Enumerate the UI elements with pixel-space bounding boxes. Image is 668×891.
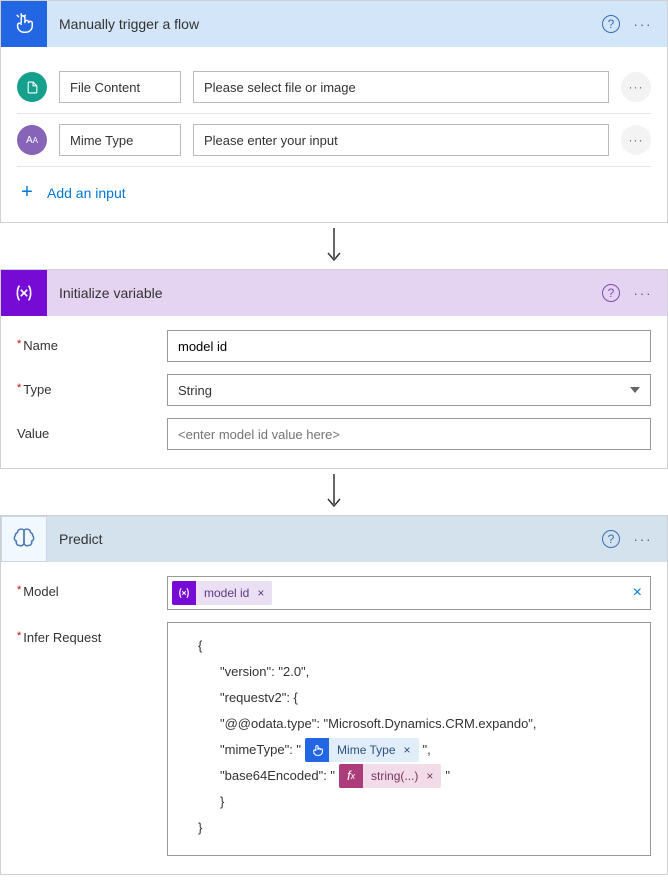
card-menu-button[interactable]: ··· [631, 281, 655, 305]
predict-header[interactable]: Predict ? ··· [1, 516, 667, 562]
fx-icon: fx [339, 764, 363, 788]
clear-field-button[interactable]: × [633, 584, 642, 602]
add-input-label: Add an input [47, 185, 126, 201]
arrow-connector [0, 469, 668, 515]
arrow-connector [0, 223, 668, 269]
infer-request-editor[interactable]: { "version": "2.0", "requestv2": { "@@od… [167, 622, 651, 856]
card-menu-button[interactable]: ··· [631, 527, 655, 551]
model-label: *Model [17, 576, 167, 599]
input-row-file-content: File Content Please select file or image… [17, 61, 651, 114]
file-content-input[interactable]: Please select file or image [193, 71, 609, 103]
mime-type-input[interactable]: Please enter your input [193, 124, 609, 156]
variable-title: Initialize variable [47, 285, 599, 301]
name-label: *Name [17, 330, 167, 353]
text-icon: AA [17, 125, 47, 155]
row-menu-button[interactable]: ··· [621, 125, 651, 155]
help-button[interactable]: ? [599, 281, 623, 305]
trigger-title: Manually trigger a flow [47, 16, 599, 32]
infer-label: *Infer Request [17, 622, 167, 645]
model-field[interactable]: model id × × [167, 576, 651, 610]
name-input[interactable] [167, 330, 651, 362]
predict-card: Predict ? ··· *Model model id × × *Infer… [0, 515, 668, 875]
variable-icon [172, 581, 196, 605]
card-menu-button[interactable]: ··· [631, 12, 655, 36]
variable-card: Initialize variable ? ··· *Name *Type St… [0, 269, 668, 469]
row-menu-button[interactable]: ··· [621, 72, 651, 102]
remove-token-button[interactable]: × [402, 738, 419, 762]
trigger-header[interactable]: Manually trigger a flow ? ··· [1, 1, 667, 47]
value-input[interactable] [167, 418, 651, 450]
type-row: *Type String [17, 374, 651, 406]
help-button[interactable]: ? [599, 12, 623, 36]
model-id-token[interactable]: model id × [172, 581, 272, 605]
value-label: Value [17, 418, 167, 441]
variable-body: *Name *Type String Value [1, 316, 667, 468]
brain-icon [1, 516, 47, 562]
input-row-mime-type: AA Mime Type Please enter your input ··· [17, 114, 651, 167]
file-icon [17, 72, 47, 102]
help-button[interactable]: ? [599, 527, 623, 551]
variable-icon [1, 270, 47, 316]
predict-body: *Model model id × × *Infer Request { "ve… [1, 562, 667, 874]
type-label: *Type [17, 374, 167, 397]
mime-type-token[interactable]: Mime Type × [305, 738, 418, 762]
plus-icon: + [17, 181, 37, 204]
remove-token-button[interactable]: × [424, 764, 441, 788]
model-row: *Model model id × × [17, 576, 651, 610]
trigger-card: Manually trigger a flow ? ··· File Conte… [0, 0, 668, 223]
value-row: Value [17, 418, 651, 450]
remove-token-button[interactable]: × [255, 586, 272, 600]
predict-title: Predict [47, 531, 599, 547]
input-label[interactable]: File Content [59, 71, 181, 103]
pointer-icon [305, 738, 329, 762]
name-row: *Name [17, 330, 651, 362]
pointer-icon [1, 1, 47, 47]
infer-row: *Infer Request { "version": "2.0", "requ… [17, 622, 651, 856]
trigger-body: File Content Please select file or image… [1, 47, 667, 222]
fx-string-token[interactable]: fx string(...) × [339, 764, 441, 788]
input-label[interactable]: Mime Type [59, 124, 181, 156]
type-select[interactable]: String [167, 374, 651, 406]
variable-header[interactable]: Initialize variable ? ··· [1, 270, 667, 316]
add-input-button[interactable]: + Add an input [17, 167, 651, 204]
